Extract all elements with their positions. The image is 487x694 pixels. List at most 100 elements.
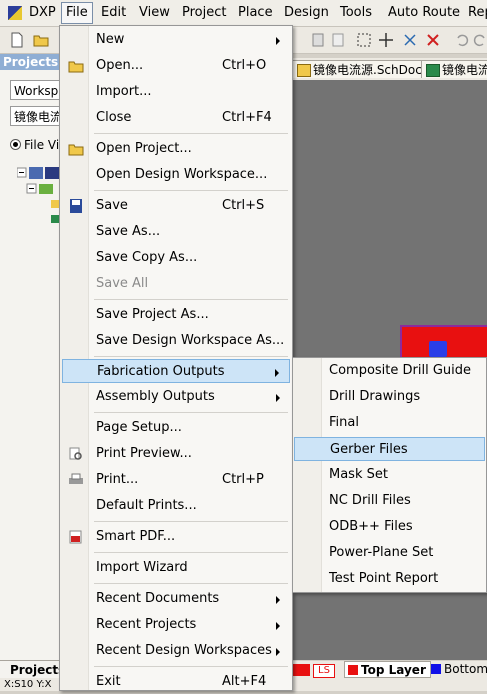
menu-item-new[interactable]: New — [62, 28, 290, 52]
menu-item-shortcut: Ctrl+O — [222, 58, 267, 73]
menu-dxp[interactable]: DXP — [25, 3, 60, 23]
menu-item-print-preview[interactable]: Print Preview... — [62, 442, 290, 466]
submenu-item-gerber-files[interactable]: Gerber Files — [294, 437, 485, 461]
menu-item-label: Import... — [96, 84, 152, 99]
menu-item-save-copy-as[interactable]: Save Copy As... — [62, 246, 290, 270]
layer-top-label: Top Layer — [361, 663, 426, 677]
pcb-component — [429, 341, 447, 357]
submenu-item-label: Drill Drawings — [329, 389, 421, 404]
menu-tools[interactable]: Tools — [336, 3, 376, 23]
menu-item-label: Save — [96, 198, 128, 213]
menu-auto-route[interactable]: Auto Route — [384, 3, 464, 23]
tab-projects[interactable]: Projects — [0, 660, 65, 678]
menu-item-save-project-as[interactable]: Save Project As... — [62, 303, 290, 327]
menu-item-label: Save As... — [96, 224, 161, 239]
menu-reports[interactable]: Rep — [464, 3, 487, 23]
submenu-item-test-point-report[interactable]: Test Point Report — [294, 567, 485, 591]
tab-schdoc-label: 镜像电流源.SchDoc — [313, 63, 422, 77]
submenu-item-nc-drill-files[interactable]: NC Drill Files — [294, 489, 485, 513]
document-tabs: 镜像电流源.SchDoc 镜像电流 — [290, 58, 487, 80]
project-select[interactable]: 镜像电流 — [10, 106, 62, 126]
menu-item-assembly-outputs[interactable]: Assembly Outputs — [62, 385, 290, 409]
move-icon[interactable] — [378, 32, 394, 48]
menu-design[interactable]: Design — [280, 3, 333, 23]
menu-item-import-wizard[interactable]: Import Wizard — [62, 556, 290, 580]
menu-edit[interactable]: Edit — [97, 3, 130, 23]
menu-item-open[interactable]: Open... Ctrl+O — [62, 54, 290, 78]
menu-item-open-design-workspace[interactable]: Open Design Workspace... — [62, 163, 290, 187]
menu-item-label: Recent Projects — [96, 617, 197, 632]
paste-icon[interactable] — [310, 32, 326, 48]
layer-ls-button[interactable]: LS — [313, 664, 335, 678]
submenu-item-composite-drill-guide[interactable]: Composite Drill Guide — [294, 359, 485, 383]
menu-item-label: Default Prints... — [96, 498, 197, 513]
tab-pcbdoc[interactable]: 镜像电流 — [421, 60, 487, 78]
menu-item-save-as[interactable]: Save As... — [62, 220, 290, 244]
dxp-logo-icon — [8, 6, 22, 20]
menu-item-save[interactable]: Save Ctrl+S — [62, 194, 290, 218]
cross-probe-icon[interactable] — [402, 32, 418, 48]
projects-panel: Projects Workspac 镜像电流 File Vie Projects — [0, 54, 67, 691]
layer-color-swatch — [292, 664, 310, 676]
menu-item-label: Import Wizard — [96, 560, 188, 575]
clipboard-icon[interactable] — [330, 32, 346, 48]
submenu-arrow-icon — [275, 369, 279, 377]
submenu-item-label: Final — [329, 415, 359, 430]
menu-item-label: New — [96, 32, 125, 47]
menu-view[interactable]: View — [135, 3, 174, 23]
menu-item-print[interactable]: Print... Ctrl+P — [62, 468, 290, 492]
submenu-item-drill-drawings[interactable]: Drill Drawings — [294, 385, 485, 409]
menu-place[interactable]: Place — [234, 3, 277, 23]
pcb-doc-icon — [426, 64, 440, 77]
submenu-item-odb-files[interactable]: ODB++ Files — [294, 515, 485, 539]
open-folder-icon[interactable] — [33, 32, 49, 48]
submenu-item-label: Gerber Files — [330, 442, 408, 457]
menu-item-recent-design-workspaces[interactable]: Recent Design Workspaces — [62, 639, 290, 663]
undo-icon[interactable] — [454, 32, 470, 48]
redo-icon[interactable] — [472, 32, 487, 48]
submenu-item-label: NC Drill Files — [329, 493, 411, 508]
menu-item-fabrication-outputs[interactable]: Fabrication Outputs — [62, 359, 290, 383]
menu-item-close[interactable]: Close Ctrl+F4 — [62, 106, 290, 130]
menu-item-save-design-workspace-as[interactable]: Save Design Workspace As... — [62, 329, 290, 353]
submenu-item-power-plane-set[interactable]: Power-Plane Set — [294, 541, 485, 565]
submenu-item-final[interactable]: Final — [294, 411, 485, 435]
menu-item-exit[interactable]: Exit Alt+F4 — [62, 670, 290, 694]
radio-dot-icon — [10, 139, 21, 150]
submenu-arrow-icon — [276, 394, 280, 402]
menu-item-page-setup[interactable]: Page Setup... — [62, 416, 290, 440]
menu-separator — [94, 190, 288, 191]
select-area-icon[interactable] — [356, 32, 372, 48]
menu-item-smart-pdf[interactable]: Smart PDF... — [62, 525, 290, 549]
workspace-select[interactable]: Workspac — [10, 80, 62, 100]
menu-item-import[interactable]: Import... — [62, 80, 290, 104]
top-layer-swatch-icon — [348, 665, 358, 675]
menu-item-label: Assembly Outputs — [96, 389, 215, 404]
tab-schdoc[interactable]: 镜像电流源.SchDoc — [292, 60, 427, 78]
menu-item-open-project[interactable]: Open Project... — [62, 137, 290, 161]
menu-bar: DXP File Edit View Project Place Design … — [0, 0, 487, 27]
menu-separator — [94, 356, 288, 357]
bottom-layer-swatch-icon — [431, 664, 441, 674]
menu-file[interactable]: File — [61, 2, 93, 24]
clear-icon[interactable] — [425, 32, 441, 48]
layer-tab-top[interactable]: Top Layer — [344, 661, 431, 678]
menu-item-recent-documents[interactable]: Recent Documents — [62, 587, 290, 611]
new-document-icon[interactable] — [9, 32, 25, 48]
submenu-item-mask-set[interactable]: Mask Set — [294, 463, 485, 487]
menu-project[interactable]: Project — [178, 3, 230, 23]
submenu-arrow-icon — [276, 37, 280, 45]
menu-item-recent-projects[interactable]: Recent Projects — [62, 613, 290, 637]
menu-item-default-prints[interactable]: Default Prints... — [62, 494, 290, 518]
open-folder-icon — [68, 61, 84, 73]
project-tree[interactable] — [17, 165, 62, 225]
menu-item-label: Save Copy As... — [96, 250, 198, 265]
menu-item-shortcut: Alt+F4 — [222, 674, 267, 689]
menu-item-label: Print... — [96, 472, 139, 487]
layer-tab-bottom[interactable]: Bottom L — [428, 661, 487, 678]
menu-separator — [94, 299, 288, 300]
file-menu: New Open... Ctrl+O Import... Close Ctrl+F4… — [59, 25, 293, 691]
submenu-arrow-icon — [276, 622, 280, 630]
layer-bottom-label: Bottom L — [444, 662, 487, 676]
menu-separator — [94, 666, 288, 667]
